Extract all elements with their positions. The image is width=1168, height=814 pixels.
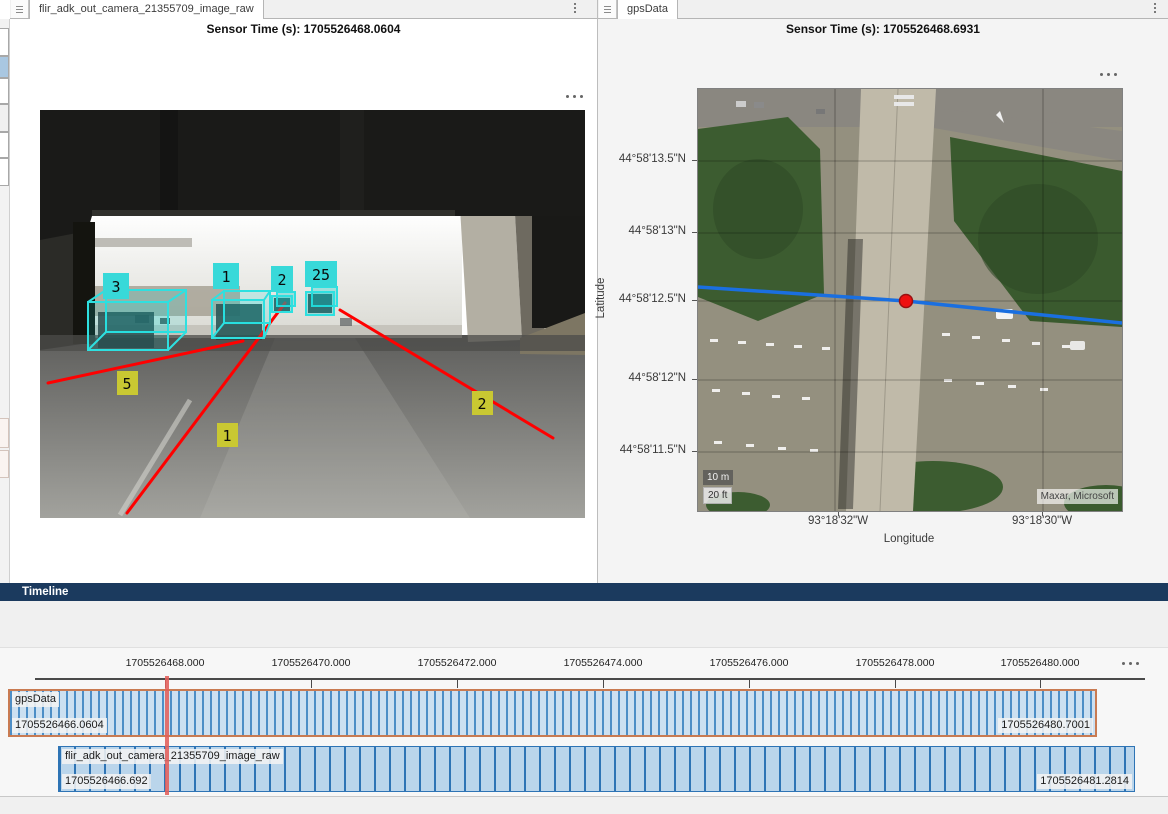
timeline-options-icon[interactable] [1122,662,1139,665]
box-id-3: 3 [111,278,120,296]
axis-tick-1: 1705526470.000 [256,657,366,669]
timeline-footer [0,796,1168,814]
camera-view[interactable]: 3 1 2 25 5 1 2 [40,110,585,518]
panel-grip-icon[interactable] [599,0,617,18]
camera-image: 3 1 2 25 5 1 2 [40,110,585,518]
box-id-2: 2 [277,271,286,289]
axis-tickmark [603,679,604,688]
timeline-controls: Current Time (s) Format numeric ▼ [0,601,1168,648]
lane-id-5: 5 [122,375,131,393]
gps-tab[interactable]: gpsData [617,0,678,19]
axis-tick-6: 1705526480.000 [985,657,1095,669]
rail-cell[interactable] [0,158,9,186]
rail-cell[interactable] [0,78,9,104]
lon-tick-0: 93°18'32"W [788,515,888,527]
gps-options-icon[interactable] [1100,73,1117,76]
timeline-title: Timeline [22,586,68,598]
camera-panel-menu-icon[interactable] [570,3,580,13]
map-scale-imperial: 20 ft [703,487,732,504]
camera-track-end: 1705526481.2814 [1037,774,1132,789]
rail-cell[interactable] [0,28,9,56]
axis-tick-0: 1705526468.000 [110,657,220,669]
timeline-body[interactable]: 1705526468.000 1705526470.000 1705526472… [0,648,1168,796]
panel-grip-icon[interactable] [11,0,29,18]
camera-options-icon[interactable] [566,95,583,98]
lat-tick-3: 44°58'12"N [592,372,686,384]
lat-tick-1: 44°58'13"N [592,225,686,237]
camera-sensor-time: Sensor Time (s): 1705526468.0604 [10,22,597,36]
camera-panel-tabbar: flir_adk_out_camera_21355709_image_raw [10,0,597,19]
axis-tick-2: 1705526472.000 [402,657,512,669]
rail-cell[interactable] [0,450,9,478]
timeline-axis[interactable] [35,678,1145,680]
camera-track-name: flir_adk_out_camera_21355709_image_raw [62,749,283,764]
rail-cell[interactable] [0,104,9,132]
map-attribution: Maxar, Microsoft [1037,489,1118,504]
camera-tab[interactable]: flir_adk_out_camera_21355709_image_raw [29,0,264,19]
axis-tickmark [457,679,458,688]
timeline-playhead[interactable] [165,676,169,795]
lat-tick-4: 44°58'11.5"N [592,444,686,456]
axis-tickmark [749,679,750,688]
gps-track-start: 1705526466.0604 [12,718,107,733]
map-scale-metric: 10 m [703,470,733,485]
lon-tick-1: 93°18'30"W [992,515,1092,527]
rail-cell[interactable] [0,418,9,448]
satellite-map [698,89,1122,511]
box-id-25: 25 [312,266,330,284]
lane-id-1: 1 [222,427,231,445]
camera-track-start: 1705526466.692 [62,774,151,789]
gps-panel-tabbar: gpsData [598,0,1168,19]
gps-panel-menu-icon[interactable] [1150,3,1160,13]
camera-track[interactable]: flir_adk_out_camera_21355709_image_raw 1… [58,746,1135,792]
gps-sensor-time: Sensor Time (s): 1705526468.6931 [598,22,1168,36]
lat-tick-2: 44°58'12.5"N [592,293,686,305]
axis-tick-3: 1705526474.000 [548,657,658,669]
rail-cell-selected[interactable] [0,56,9,78]
axis-tick-4: 1705526476.000 [694,657,804,669]
axis-tickmark [895,679,896,688]
axis-tick-5: 1705526478.000 [840,657,950,669]
map-xlabel: Longitude [859,533,959,545]
gps-track[interactable]: gpsData 1705526466.0604 1705526480.7001 [8,689,1097,737]
rail-cell[interactable] [0,132,9,158]
lane-id-2: 2 [477,395,486,413]
box-id-1: 1 [221,268,230,286]
axis-tickmark [1040,679,1041,688]
lat-tick-0: 44°58'13.5"N [592,153,686,165]
gps-track-name: gpsData [12,692,59,707]
gps-tab-label: gpsData [627,3,668,15]
timeline-header: Timeline [0,583,1168,601]
gps-current-position-marker [900,295,913,308]
rosbag-viewer-window: flir_adk_out_camera_21355709_image_raw g… [0,0,1168,814]
map-view[interactable]: 10 m 20 ft Maxar, Microsoft [697,88,1123,512]
axis-tickmark [311,679,312,688]
gps-track-end: 1705526480.7001 [998,718,1093,733]
camera-tab-label: flir_adk_out_camera_21355709_image_raw [39,3,254,15]
